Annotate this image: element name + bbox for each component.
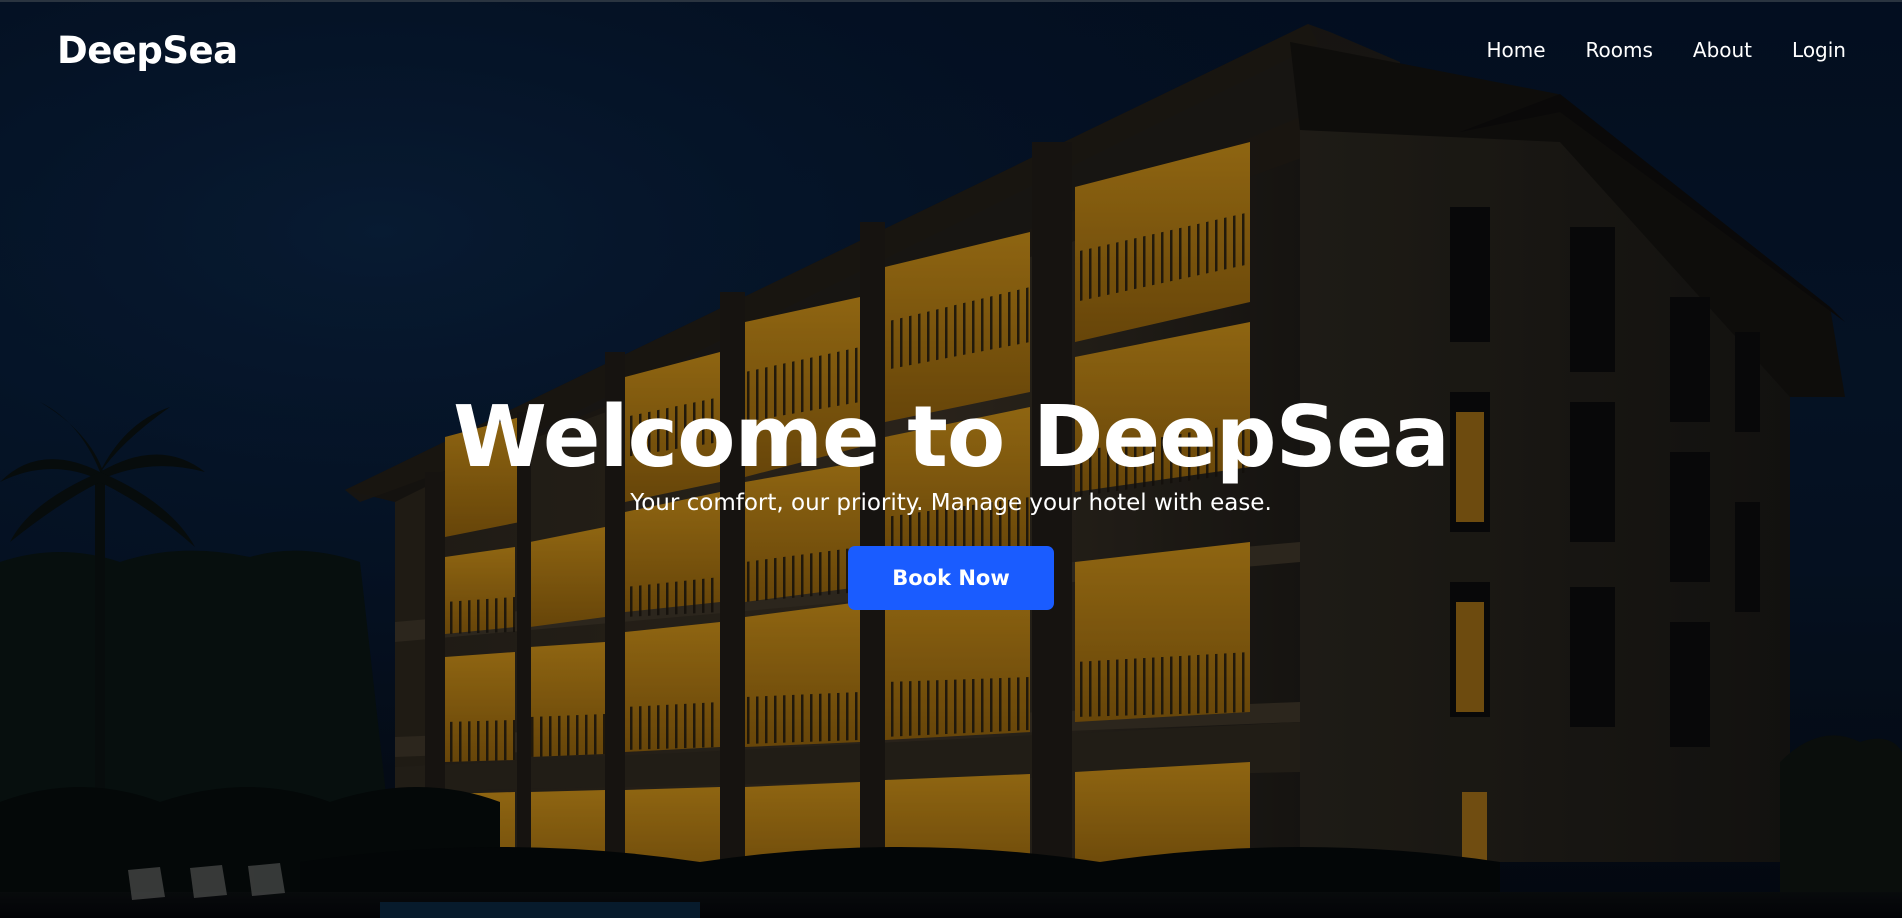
- nav-link-rooms[interactable]: Rooms: [1586, 38, 1653, 62]
- hero-title: Welcome to DeepSea: [453, 388, 1450, 487]
- nav-link-home[interactable]: Home: [1486, 38, 1545, 62]
- hero-content: Welcome to DeepSea Your comfort, our pri…: [0, 390, 1902, 610]
- nav-link-login[interactable]: Login: [1792, 38, 1846, 62]
- brand-logo[interactable]: DeepSea: [57, 29, 238, 72]
- hero-section: DeepSea Home Rooms About Login Welcome t…: [0, 0, 1902, 918]
- nav-link-about[interactable]: About: [1693, 38, 1752, 62]
- hero-subtitle: Your comfort, our priority. Manage your …: [630, 490, 1272, 516]
- top-navbar: DeepSea Home Rooms About Login: [0, 2, 1902, 98]
- nav-links: Home Rooms About Login: [1486, 38, 1846, 62]
- book-now-button[interactable]: Book Now: [848, 546, 1054, 610]
